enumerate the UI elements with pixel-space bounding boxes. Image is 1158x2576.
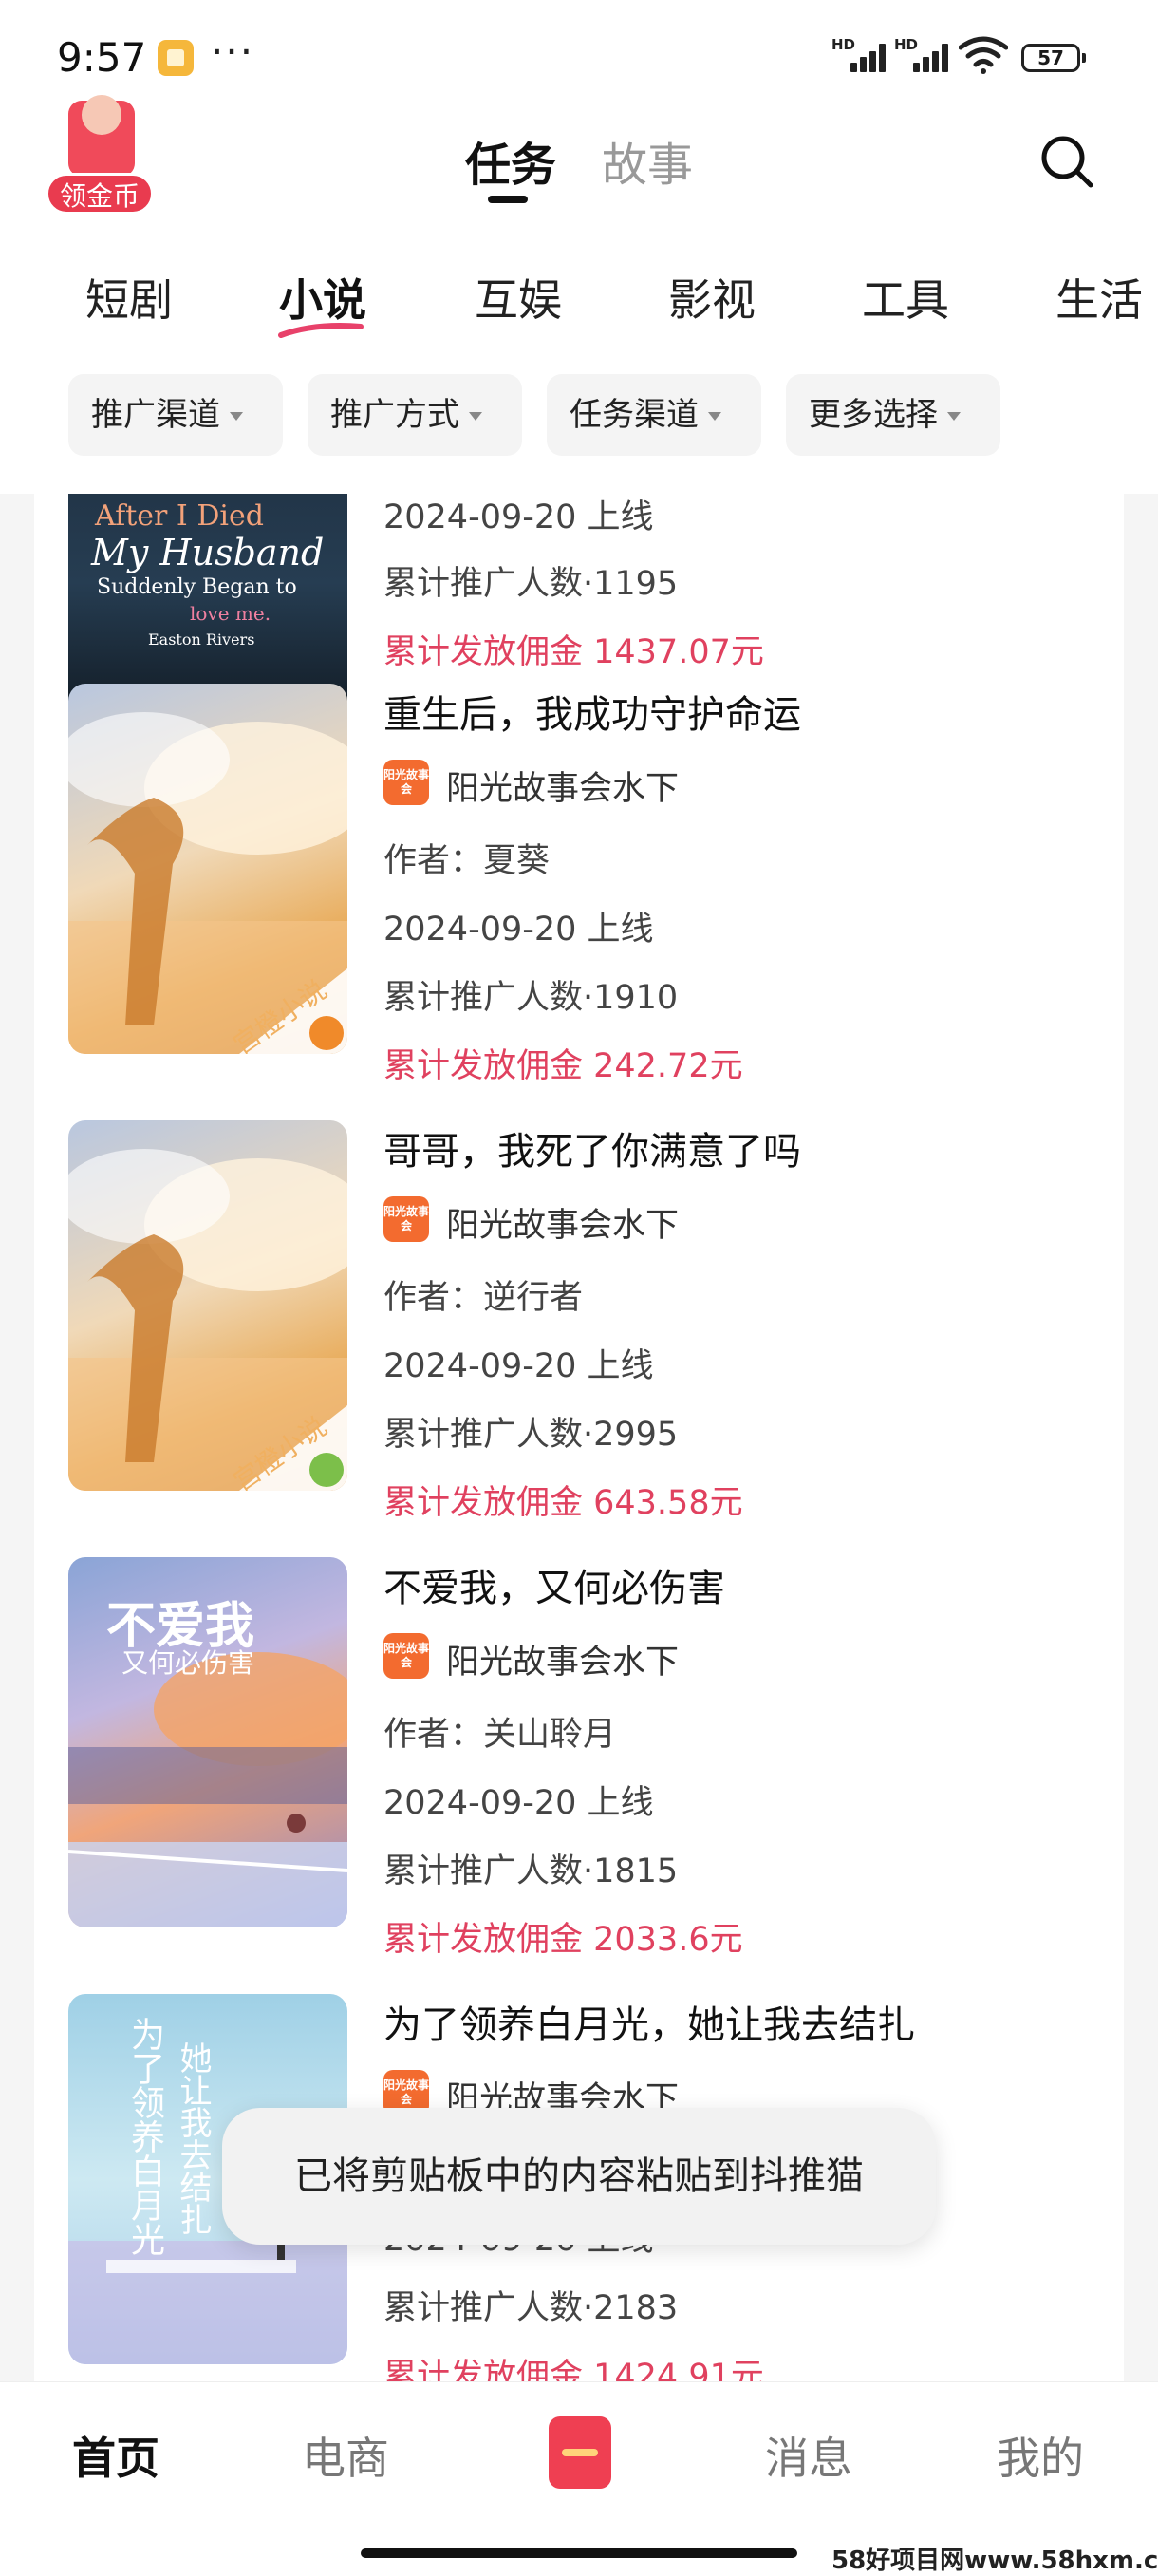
more-notifications-icon: ··· xyxy=(211,28,255,75)
novel-title: 哥哥，我死了你满意了吗 xyxy=(383,1130,801,1174)
tab-tasks[interactable]: 任务 xyxy=(465,127,556,194)
filter-label: 推广方式 xyxy=(330,396,459,434)
tab-film-tv[interactable]: 影视 xyxy=(668,266,756,329)
signal-icon: HD xyxy=(831,36,886,72)
tab-entertainment[interactable]: 互娱 xyxy=(475,266,562,329)
release-date: 2024-09-20 上线 xyxy=(383,1784,654,1822)
tab-short-drama[interactable]: 短剧 xyxy=(85,266,173,329)
status-bar: 9:57 ··· HD HD 57 xyxy=(0,0,1158,114)
author: 作者：逆行者 xyxy=(383,1279,584,1317)
search-icon[interactable] xyxy=(1038,133,1095,190)
active-tab-indicator xyxy=(488,196,528,203)
author: 作者：关山聆月 xyxy=(383,1716,617,1754)
battery-icon: 57 xyxy=(1021,44,1086,72)
promoter-count: 累计推广人数·1910 xyxy=(383,979,679,1017)
release-date: 2024-09-20 上线 xyxy=(383,1347,654,1385)
filter-label: 更多选择 xyxy=(809,396,938,434)
commission-total: 累计发放佣金 2033.6元 xyxy=(383,1921,743,1959)
hd-label-2: HD xyxy=(894,36,919,53)
novel-list: After I Died My Husband Suddenly Began t… xyxy=(34,494,1124,2383)
active-category-indicator xyxy=(278,323,364,338)
publisher-logo: 阳光故事会 xyxy=(383,760,429,805)
caret-down-icon xyxy=(708,412,721,421)
caret-down-icon xyxy=(469,412,482,421)
nav-home[interactable]: 首页 xyxy=(72,2424,159,2487)
promoter-count: 累计推广人数·2995 xyxy=(383,1416,679,1454)
novel-title: 为了领养白月光，她让我去结扎 xyxy=(383,2003,915,2047)
status-time: 9:57 xyxy=(57,34,147,81)
nav-messages[interactable]: 消息 xyxy=(765,2424,852,2487)
caret-down-icon xyxy=(947,412,961,421)
publisher-logo: 阳光故事会 xyxy=(383,1196,429,1242)
nav-ecommerce[interactable]: 电商 xyxy=(302,2424,389,2487)
book-cover: 宫橙小说 xyxy=(68,1120,347,1491)
promoter-count: 累计推广人数·1195 xyxy=(383,565,679,603)
author: 作者：夏葵 xyxy=(383,842,551,880)
commission-total: 累计发放佣金 643.58元 xyxy=(383,1484,743,1522)
filter-promo-method[interactable]: 推广方式 xyxy=(308,374,522,456)
home-indicator[interactable] xyxy=(361,2548,797,2558)
book-cover: 宫橙小说 xyxy=(68,684,347,1054)
publisher-logo: 阳光故事会 xyxy=(383,1633,429,1679)
release-date: 2024-09-20 上线 xyxy=(383,498,654,536)
promoter-count: 累计推广人数·1815 xyxy=(383,1852,679,1890)
tab-novel[interactable]: 小说 xyxy=(279,266,366,329)
promoter-count: 累计推广人数·2183 xyxy=(383,2289,679,2327)
watermark: 58好项目网www.58hxm.com xyxy=(831,2547,1158,2575)
commission-total: 累计发放佣金 1437.07元 xyxy=(383,633,764,671)
filter-label: 任务渠道 xyxy=(570,396,699,434)
novel-title: 重生后，我成功守护命运 xyxy=(383,693,801,737)
signal-icon-2: HD xyxy=(894,36,948,72)
red-envelope-icon[interactable] xyxy=(549,2416,611,2489)
commission-total: 累计发放佣金 1424.91元 xyxy=(383,2358,764,2383)
wifi-icon xyxy=(959,36,1008,74)
release-date: 2024-09-20 上线 xyxy=(383,911,654,949)
filter-more-options[interactable]: 更多选择 xyxy=(786,374,1000,456)
category-tabs: 短剧 小说 互娱 影视 工具 生活 xyxy=(0,266,1158,342)
tab-stories[interactable]: 故事 xyxy=(602,127,693,194)
toast-message: 已将剪贴板中的内容粘贴到抖推猫 xyxy=(222,2108,936,2245)
claim-coins-button[interactable]: 领金币 xyxy=(46,95,156,218)
filter-label: 推广渠道 xyxy=(91,396,220,434)
commission-total: 累计发放佣金 242.72元 xyxy=(383,1047,743,1085)
filter-promo-channel[interactable]: 推广渠道 xyxy=(68,374,283,456)
caret-down-icon xyxy=(230,412,243,421)
filter-task-channel[interactable]: 任务渠道 xyxy=(547,374,761,456)
nav-profile[interactable]: 我的 xyxy=(997,2424,1084,2487)
book-cover: 不爱我 又何必伤害 xyxy=(68,1557,347,1927)
tab-tools[interactable]: 工具 xyxy=(862,266,949,329)
notes-app-icon xyxy=(158,40,194,76)
novel-title: 不爱我，又何必伤害 xyxy=(383,1567,725,1610)
tab-life[interactable]: 生活 xyxy=(1055,266,1143,329)
claim-coins-label: 领金币 xyxy=(46,173,154,215)
hd-label: HD xyxy=(831,36,856,53)
